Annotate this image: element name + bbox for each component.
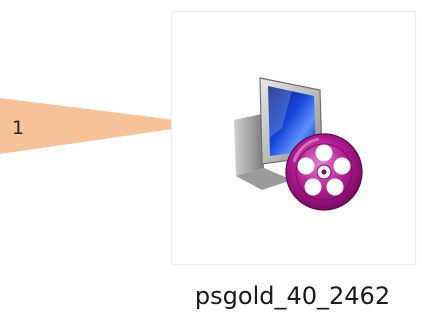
callout-label: 1 <box>12 117 25 139</box>
installer-monitor-disc-icon[interactable] <box>222 68 370 213</box>
stage: 1 psgold_40_2462 <box>0 0 422 318</box>
file-name-label[interactable]: psgold_40_2462 <box>171 282 414 310</box>
